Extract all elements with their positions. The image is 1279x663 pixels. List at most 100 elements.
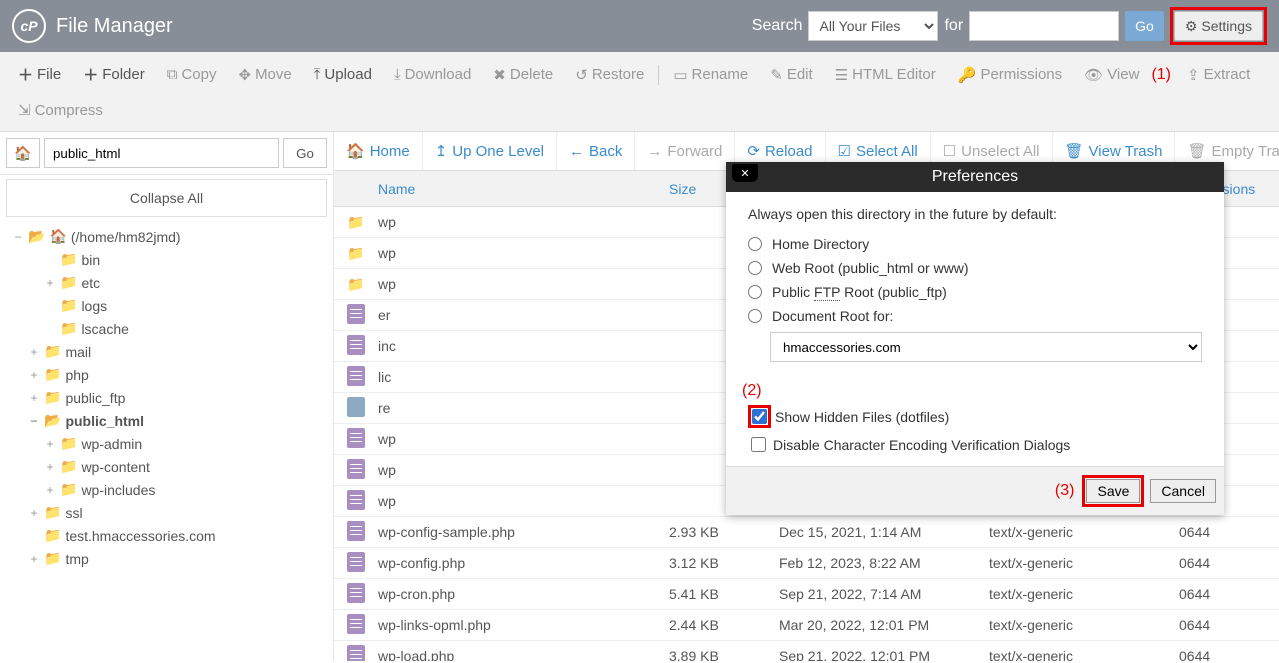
tree-item[interactable]: +📁mail bbox=[12, 340, 333, 363]
folder-icon: 📁 bbox=[44, 343, 61, 360]
edit-button[interactable]: ✎ Edit bbox=[760, 60, 822, 90]
file-icon bbox=[347, 490, 365, 510]
compress-button[interactable]: ⇲ Compress bbox=[8, 95, 113, 125]
upload-button[interactable]: ⤒ Upload bbox=[304, 60, 382, 89]
disable-encoding-checkbox-row[interactable]: Disable Character Encoding Verification … bbox=[748, 431, 1202, 458]
file-icon bbox=[347, 552, 365, 572]
html-editor-button[interactable]: ☰ HTML Editor bbox=[825, 60, 946, 90]
restore-button[interactable]: ↺ Restore bbox=[565, 60, 654, 90]
settings-button[interactable]: ⚙ Settings bbox=[1174, 11, 1263, 41]
rename-button[interactable]: ▭ Rename bbox=[663, 60, 758, 90]
folder-icon: 📁 bbox=[60, 481, 77, 498]
modal-body: Always open this directory in the future… bbox=[726, 192, 1224, 466]
up-one-level-button[interactable]: ↥ Up One Level bbox=[423, 132, 557, 170]
delete-button[interactable]: ✖ Delete bbox=[483, 60, 563, 90]
folder-icon: 📁 bbox=[44, 389, 61, 406]
brand: cP File Manager bbox=[12, 9, 173, 43]
tree-item[interactable]: +📁php bbox=[12, 363, 333, 386]
modal-close-button[interactable]: ✕ bbox=[732, 164, 758, 182]
back-button[interactable]: ← Back bbox=[557, 132, 635, 170]
annotation-1-box: ⚙ Settings bbox=[1170, 7, 1267, 45]
tree-item[interactable]: +📁wp-admin bbox=[12, 432, 333, 455]
path-bar: 🏠 Go bbox=[0, 132, 333, 175]
tree-item[interactable]: +📁wp-content bbox=[12, 455, 333, 478]
file-icon bbox=[347, 428, 365, 448]
tree-item[interactable]: +📁public_ftp bbox=[12, 386, 333, 409]
main-area: 🏠 Go Collapse All − 📂 🏠 (/home/hm82jmd) … bbox=[0, 132, 1279, 661]
tree-item[interactable]: +📁ssl bbox=[12, 501, 333, 524]
annotation-2-box bbox=[748, 405, 771, 428]
download-button[interactable]: ⤓ Download bbox=[384, 60, 481, 89]
cancel-button[interactable]: Cancel bbox=[1150, 479, 1216, 503]
table-row[interactable]: wp-config-sample.php2.93 KBDec 15, 2021,… bbox=[334, 517, 1279, 548]
folder-icon: 📁 bbox=[44, 504, 61, 521]
show-hidden-checkbox[interactable] bbox=[752, 409, 767, 424]
folder-icon: 📁 bbox=[60, 297, 77, 314]
save-button[interactable]: Save bbox=[1086, 479, 1140, 503]
gear-icon: ⚙ bbox=[1185, 18, 1198, 35]
table-row[interactable]: wp-links-opml.php2.44 KBMar 20, 2022, 12… bbox=[334, 610, 1279, 641]
tree-item[interactable]: 📁lscache bbox=[12, 317, 333, 340]
col-name[interactable]: Name bbox=[378, 181, 669, 197]
modal-title: Preferences bbox=[932, 168, 1018, 185]
table-row[interactable]: wp-load.php3.89 KBSep 21, 2022, 12:01 PM… bbox=[334, 641, 1279, 661]
move-button[interactable]: ✥ Move bbox=[228, 60, 301, 90]
folder-icon: 📁 bbox=[44, 550, 61, 567]
copy-button[interactable]: ⧉ Copy bbox=[157, 60, 227, 89]
table-row[interactable]: wp-cron.php5.41 KBSep 21, 2022, 7:14 AMt… bbox=[334, 579, 1279, 610]
forward-button[interactable]: → Forward bbox=[635, 132, 735, 170]
folder-icon: 📁 bbox=[44, 366, 61, 383]
tree-item[interactable]: +📁etc bbox=[12, 271, 333, 294]
search-go-button[interactable]: Go bbox=[1125, 11, 1164, 41]
tree-item[interactable]: −📂public_html bbox=[12, 409, 333, 432]
folder-icon: 📁 bbox=[60, 274, 77, 291]
folder-icon: 📂 bbox=[44, 412, 61, 429]
folder-open-icon: 📂 bbox=[28, 228, 45, 245]
home-button[interactable]: 🏠 Home bbox=[334, 132, 423, 170]
tree-root[interactable]: − 📂 🏠 (/home/hm82jmd) bbox=[12, 225, 333, 248]
collapse-all-button[interactable]: Collapse All bbox=[6, 179, 327, 217]
file-icon bbox=[347, 366, 365, 386]
for-label: for bbox=[944, 17, 963, 35]
radio-home-dir[interactable]: Home Directory bbox=[748, 232, 1202, 256]
table-row[interactable]: wp-config.php3.12 KBFeb 12, 2023, 8:22 A… bbox=[334, 548, 1279, 579]
file-icon bbox=[347, 583, 365, 603]
search-scope-select[interactable]: All Your Files bbox=[808, 11, 938, 41]
view-button[interactable]: 👁 View bbox=[1074, 60, 1149, 90]
tree-item[interactable]: +📁tmp bbox=[12, 547, 333, 570]
main-toolbar: ＋File ＋Folder ⧉ Copy ✥ Move ⤒ Upload ⤓ D… bbox=[0, 52, 1279, 132]
radio-doc-root[interactable]: Document Root for: bbox=[748, 304, 1202, 328]
tree-item[interactable]: 📁test.hmaccessories.com bbox=[12, 524, 333, 547]
disable-encoding-checkbox[interactable] bbox=[751, 437, 766, 452]
annotation-3-label: (3) bbox=[1055, 482, 1075, 500]
folder-icon: 📁 bbox=[347, 276, 364, 292]
annotation-1-label: (1) bbox=[1151, 66, 1171, 84]
settings-file-icon bbox=[347, 397, 365, 417]
path-go-button[interactable]: Go bbox=[283, 138, 327, 168]
modal-footer: (3) Save Cancel bbox=[726, 466, 1224, 515]
show-hidden-checkbox-row[interactable]: Show Hidden Files (dotfiles) bbox=[748, 402, 1202, 431]
separator bbox=[658, 65, 659, 85]
file-icon bbox=[347, 459, 365, 479]
file-icon bbox=[347, 304, 365, 324]
tree-item[interactable]: 📁bin bbox=[12, 248, 333, 271]
new-folder-button[interactable]: ＋Folder bbox=[73, 58, 155, 91]
search-input[interactable] bbox=[969, 11, 1119, 41]
domain-select[interactable]: hmaccessories.com bbox=[770, 332, 1202, 362]
tree-item[interactable]: +📁wp-includes bbox=[12, 478, 333, 501]
extract-button[interactable]: ⇪ Extract bbox=[1177, 60, 1260, 90]
app-title: File Manager bbox=[56, 15, 173, 38]
folder-icon: 📁 bbox=[60, 320, 77, 337]
permissions-button[interactable]: 🔑 Permissions bbox=[948, 60, 1072, 90]
radio-ftp-root[interactable]: Public FTP Root (public_ftp) bbox=[748, 280, 1202, 304]
tree-item[interactable]: 📁logs bbox=[12, 294, 333, 317]
modal-header: ✕ Preferences bbox=[726, 162, 1224, 192]
path-input[interactable] bbox=[44, 138, 279, 168]
folder-icon: 📁 bbox=[347, 214, 364, 230]
right-panel: 🏠 Home ↥ Up One Level ← Back → Forward ⟳… bbox=[334, 132, 1279, 661]
topbar: cP File Manager Search All Your Files fo… bbox=[0, 0, 1279, 52]
search-area: Search All Your Files for Go ⚙ Settings bbox=[752, 7, 1267, 45]
new-file-button[interactable]: ＋File bbox=[8, 58, 71, 91]
radio-web-root[interactable]: Web Root (public_html or www) bbox=[748, 256, 1202, 280]
home-icon-button[interactable]: 🏠 bbox=[6, 138, 40, 168]
